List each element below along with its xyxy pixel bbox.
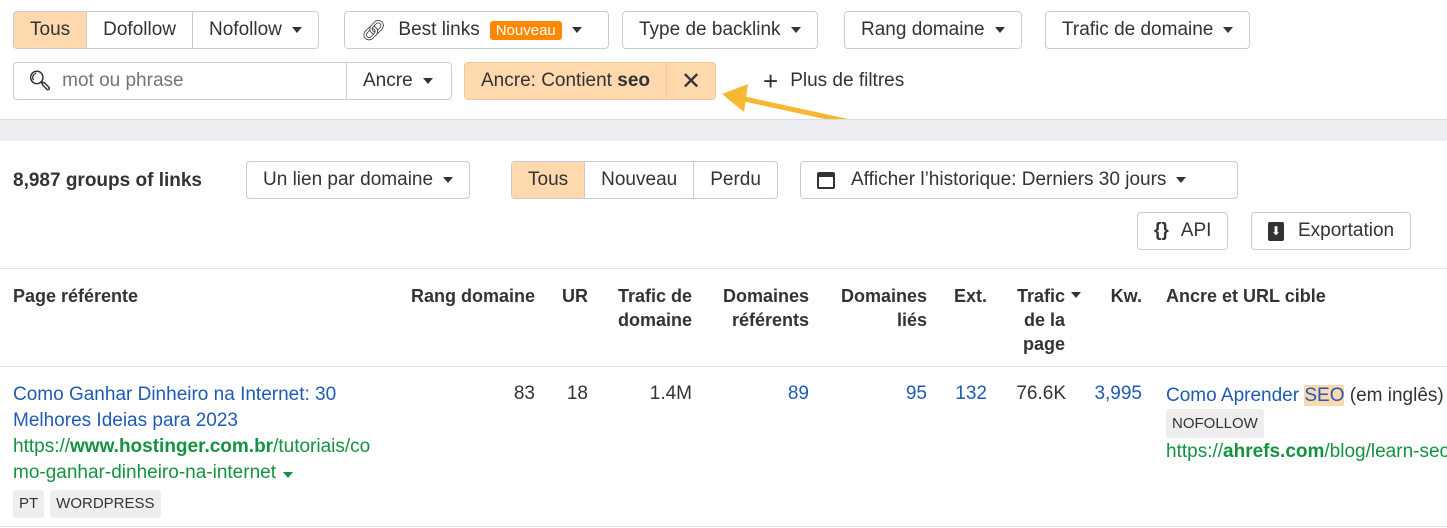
link-type-filter: Tous Dofollow Nofollow xyxy=(13,11,319,49)
row-divider xyxy=(0,366,1447,367)
api-button[interactable]: {} API xyxy=(1137,212,1229,250)
status-tab-new[interactable]: Nouveau xyxy=(585,162,695,198)
best-links-dropdown[interactable]: 🔗︎ Best links Nouveau xyxy=(344,11,609,49)
col-domain-traffic[interactable]: Trafic de domaine xyxy=(605,284,692,332)
col-page-traffic-label: Trafic de la page xyxy=(1016,286,1065,354)
chevron-down-icon xyxy=(443,177,454,183)
chevron-down-icon xyxy=(291,27,302,33)
target-path: /blog/learn-seo/ xyxy=(1324,441,1447,462)
export-button[interactable]: ⬇ Exportation xyxy=(1251,212,1412,250)
history-label: Afficher l’historique: Derniers 30 jours xyxy=(851,169,1167,190)
target-url[interactable]: https://ahrefs.com/blog/learn-seo/ xyxy=(1166,438,1447,465)
status-tab-all[interactable]: Tous xyxy=(512,162,586,198)
url-domain: www.hostinger.com.br xyxy=(70,436,274,457)
domain-traffic-label: Trafic de domaine xyxy=(1062,19,1214,40)
url-prefix: https:// xyxy=(13,436,71,457)
link-type-nofollow[interactable]: Nofollow xyxy=(193,12,318,48)
active-filter-label[interactable]: Ancre: Contient seo xyxy=(465,63,667,99)
api-label: API xyxy=(1180,220,1212,241)
target-prefix: https:// xyxy=(1166,441,1224,462)
page-traffic-value: 76.6K xyxy=(1016,383,1066,404)
domain-rating-label: Rang domaine xyxy=(861,19,985,40)
col-anchor-target[interactable]: Ancre et URL cible xyxy=(1166,284,1326,308)
col-keywords[interactable]: Kw. xyxy=(1095,284,1142,308)
nofollow-label: Nofollow xyxy=(209,19,282,40)
best-links-label: Best links xyxy=(398,19,480,40)
col-referring-page[interactable]: Page référente xyxy=(13,284,138,308)
anchor-select[interactable]: Ancre xyxy=(347,63,449,99)
referring-domains-value[interactable]: 89 xyxy=(720,382,809,406)
referring-page-url[interactable]: https://www.hostinger.com.br/tutoriais/c… xyxy=(13,434,373,486)
active-filter-value: seo xyxy=(617,70,650,91)
active-filter-chip: Ancre: Contient seo ✕ xyxy=(464,62,717,100)
link-type-all[interactable]: Tous xyxy=(14,12,88,48)
grouping-label: Un lien par domaine xyxy=(263,169,434,190)
referring-page-title[interactable]: Como Ganhar Dinheiro na Internet: 30 Mel… xyxy=(13,382,373,434)
calendar-icon xyxy=(817,171,835,189)
domain-rating-dropdown[interactable]: Rang domaine xyxy=(844,11,1022,49)
active-filter-prefix: Ancre: Contient xyxy=(481,70,618,91)
chevron-down-icon xyxy=(1223,27,1234,33)
col-referring-domains[interactable]: Domaines référents xyxy=(705,284,809,332)
backlink-type-label: Type de backlink xyxy=(639,19,781,40)
search-icon: 🔍︎ xyxy=(28,71,53,92)
section-divider xyxy=(0,119,1447,141)
search-input[interactable] xyxy=(62,70,323,92)
keywords-value[interactable]: 3,995 xyxy=(1075,382,1142,406)
results-count: 8,987 groups of links xyxy=(13,170,202,191)
status-tab-lost[interactable]: Perdu xyxy=(694,162,777,198)
linked-domains-value[interactable]: 95 xyxy=(840,382,927,406)
chevron-down-icon xyxy=(994,27,1005,33)
target-domain: ahrefs.com xyxy=(1223,441,1325,462)
chevron-down-icon xyxy=(790,27,801,33)
search-group: 🔍︎ Ancre xyxy=(13,62,452,100)
link-icon: 🔗︎ xyxy=(361,19,387,42)
anchor-text[interactable]: Como Aprender SEO (em inglês) xyxy=(1166,382,1447,409)
table-header-divider xyxy=(0,268,1447,269)
domain-traffic-dropdown[interactable]: Trafic de domaine xyxy=(1045,11,1251,49)
row-divider xyxy=(0,526,1447,527)
col-linked-domains[interactable]: Domaines liés xyxy=(826,284,927,332)
anchor-after: (em inglês) xyxy=(1344,385,1444,406)
col-domain-rating[interactable]: Rang domaine xyxy=(390,284,535,308)
chevron-down-icon[interactable] xyxy=(283,472,294,478)
anchor-highlight: SEO xyxy=(1304,385,1345,406)
platform-tag: WORDPRESS xyxy=(50,490,161,518)
col-page-traffic[interactable]: Trafic de la page xyxy=(1005,284,1065,356)
col-ur[interactable]: UR xyxy=(550,284,588,308)
nofollow-tag: NOFOLLOW xyxy=(1166,409,1264,438)
col-external[interactable]: Ext. xyxy=(940,284,987,308)
braces-icon: {} xyxy=(1154,220,1169,241)
chevron-down-icon xyxy=(1176,177,1187,183)
history-dropdown[interactable]: Afficher l’historique: Derniers 30 jours xyxy=(800,161,1238,199)
anchor-before: Como Aprender xyxy=(1166,385,1305,406)
backlink-type-dropdown[interactable]: Type de backlink xyxy=(622,11,818,49)
sort-desc-icon xyxy=(1071,292,1081,298)
grouping-dropdown[interactable]: Un lien par domaine xyxy=(246,161,471,199)
status-tabs: Tous Nouveau Perdu xyxy=(511,161,778,199)
download-icon: ⬇ xyxy=(1268,221,1284,241)
language-tag: PT xyxy=(13,490,45,518)
chevron-down-icon xyxy=(571,27,582,33)
chevron-down-icon xyxy=(422,78,433,84)
ur-value: 18 xyxy=(566,383,588,404)
link-type-dofollow[interactable]: Dofollow xyxy=(87,12,194,48)
external-links-value[interactable]: 132 xyxy=(940,382,987,406)
new-badge: Nouveau xyxy=(489,20,562,40)
export-label: Exportation xyxy=(1298,220,1395,241)
domain-traffic-value: 1.4M xyxy=(649,383,692,404)
search-field[interactable]: 🔍︎ xyxy=(14,63,347,99)
anchor-select-label: Ancre xyxy=(363,70,413,91)
domain-rating-value: 83 xyxy=(513,383,535,404)
